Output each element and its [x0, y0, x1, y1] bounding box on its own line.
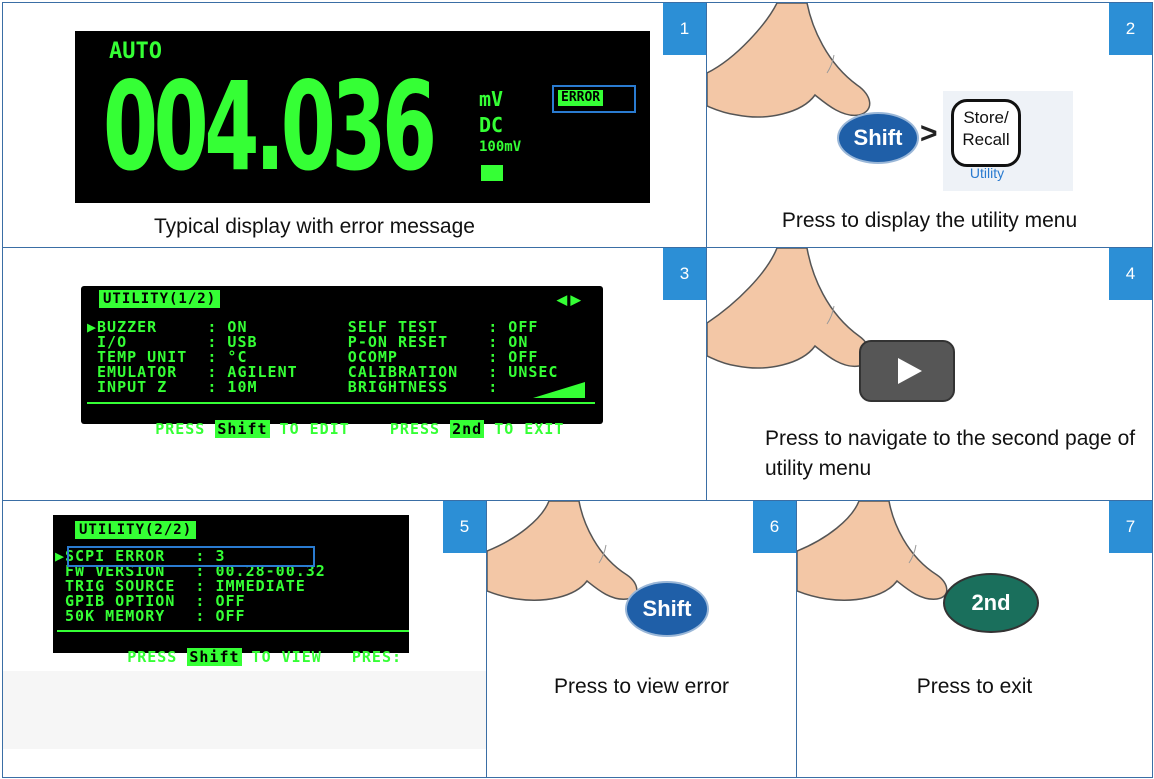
panel-7: 7 2nd Press to exit	[796, 500, 1153, 778]
panel-5: 5 UTILITY(2/2) ▶SCPI ERROR : 3 FW VERSIO…	[2, 500, 487, 778]
second-key-label: 2nd	[971, 590, 1011, 615]
store-recall-key-label: Store/ Recall	[962, 108, 1010, 149]
utility-page2-header: UTILITY(2/2)	[75, 521, 197, 539]
shift-key[interactable]: Shift	[839, 114, 917, 162]
range-indicator: 100mV	[479, 139, 522, 155]
caption-2: Press to display the utility menu	[781, 209, 1078, 232]
mode-indicator: DC	[479, 113, 504, 137]
step-badge-4: 4	[1109, 248, 1152, 300]
shift-key-label: Shift	[853, 125, 903, 150]
caption-7: Press to exit	[916, 675, 1033, 698]
step-badge-5: 5	[443, 501, 486, 553]
step-badge-6: 6	[753, 501, 796, 553]
play-arrow-icon	[898, 358, 922, 384]
sf-icon	[481, 165, 503, 181]
caption-6: Press to view error	[553, 675, 730, 698]
unit-indicator: mV	[479, 87, 504, 111]
shift-key-highlight: Shift	[187, 648, 242, 666]
footer-text: PRESS	[127, 648, 188, 666]
menu-divider	[87, 402, 595, 404]
menu-divider	[57, 630, 409, 632]
multimeter-display: AUTO 004.036 mV DC 100mV ERROR	[75, 31, 650, 203]
reading-value: 004.036	[103, 56, 437, 198]
shift-key-highlight: Shift	[215, 420, 270, 438]
utility-menu-page1-display: UTILITY(1/2) ◀ ▶ ▶BUZZER : ON SELF TEST …	[81, 286, 603, 438]
shift-key[interactable]: Shift	[627, 583, 707, 635]
menu-line: INPUT Z : 10M BRIGHTNESS :	[87, 378, 499, 396]
footer-text: TO EXIT	[484, 420, 565, 438]
utility-page1-header: UTILITY(1/2)	[99, 290, 221, 308]
step-badge-3: 3	[663, 248, 706, 300]
menu-footer: PRESS Shift TO VIEW PRES:	[67, 635, 402, 680]
shift-key-label: Shift	[642, 596, 692, 621]
caption-4: Press to navigate to the second page of …	[765, 427, 1136, 480]
greater-than-symbol: >	[920, 117, 938, 150]
panel-6: 6 Shift Press to view error	[486, 500, 797, 778]
panel-2: 2 Shift > Store/ Recall Utility Press to…	[706, 2, 1153, 248]
footer-text: TO EDIT PRESS	[269, 420, 451, 438]
panel-5-bottom-fade	[3, 671, 486, 749]
caption-1: Typical display with error message	[154, 215, 475, 238]
step-badge-2: 2	[1109, 3, 1152, 55]
menu-line: 50K MEMORY : OFF	[55, 607, 246, 625]
error-indicator: ERROR	[558, 90, 604, 106]
brightness-bar-icon	[533, 382, 585, 398]
panel-1: 1 AUTO 004.036 mV DC 100mV ERROR Typical…	[2, 2, 707, 248]
panel-3: 3 UTILITY(1/2) ◀ ▶ ▶BUZZER : ON SELF TES…	[2, 247, 707, 501]
menu-footer: PRESS Shift TO EDIT PRESS 2nd TO EXIT	[95, 407, 564, 452]
utility-label: Utility	[969, 165, 1005, 181]
footer-text: PRESS	[155, 420, 216, 438]
footer-text: TO VIEW PRES:	[241, 648, 403, 666]
panel-4: 4 Press to navigate to the second page o…	[706, 247, 1153, 501]
step-badge-7: 7	[1109, 501, 1152, 553]
second-key[interactable]: 2nd	[945, 575, 1037, 631]
right-arrow-key[interactable]	[859, 340, 955, 402]
second-key-highlight: 2nd	[450, 420, 485, 438]
utility-menu-page2-display: UTILITY(2/2) ▶SCPI ERROR : 3 FW VERSION …	[53, 515, 409, 666]
step-badge-1: 1	[663, 3, 706, 55]
scpi-error-highlight-box	[67, 546, 315, 567]
page-arrows-icon: ◀ ▶	[557, 292, 581, 307]
